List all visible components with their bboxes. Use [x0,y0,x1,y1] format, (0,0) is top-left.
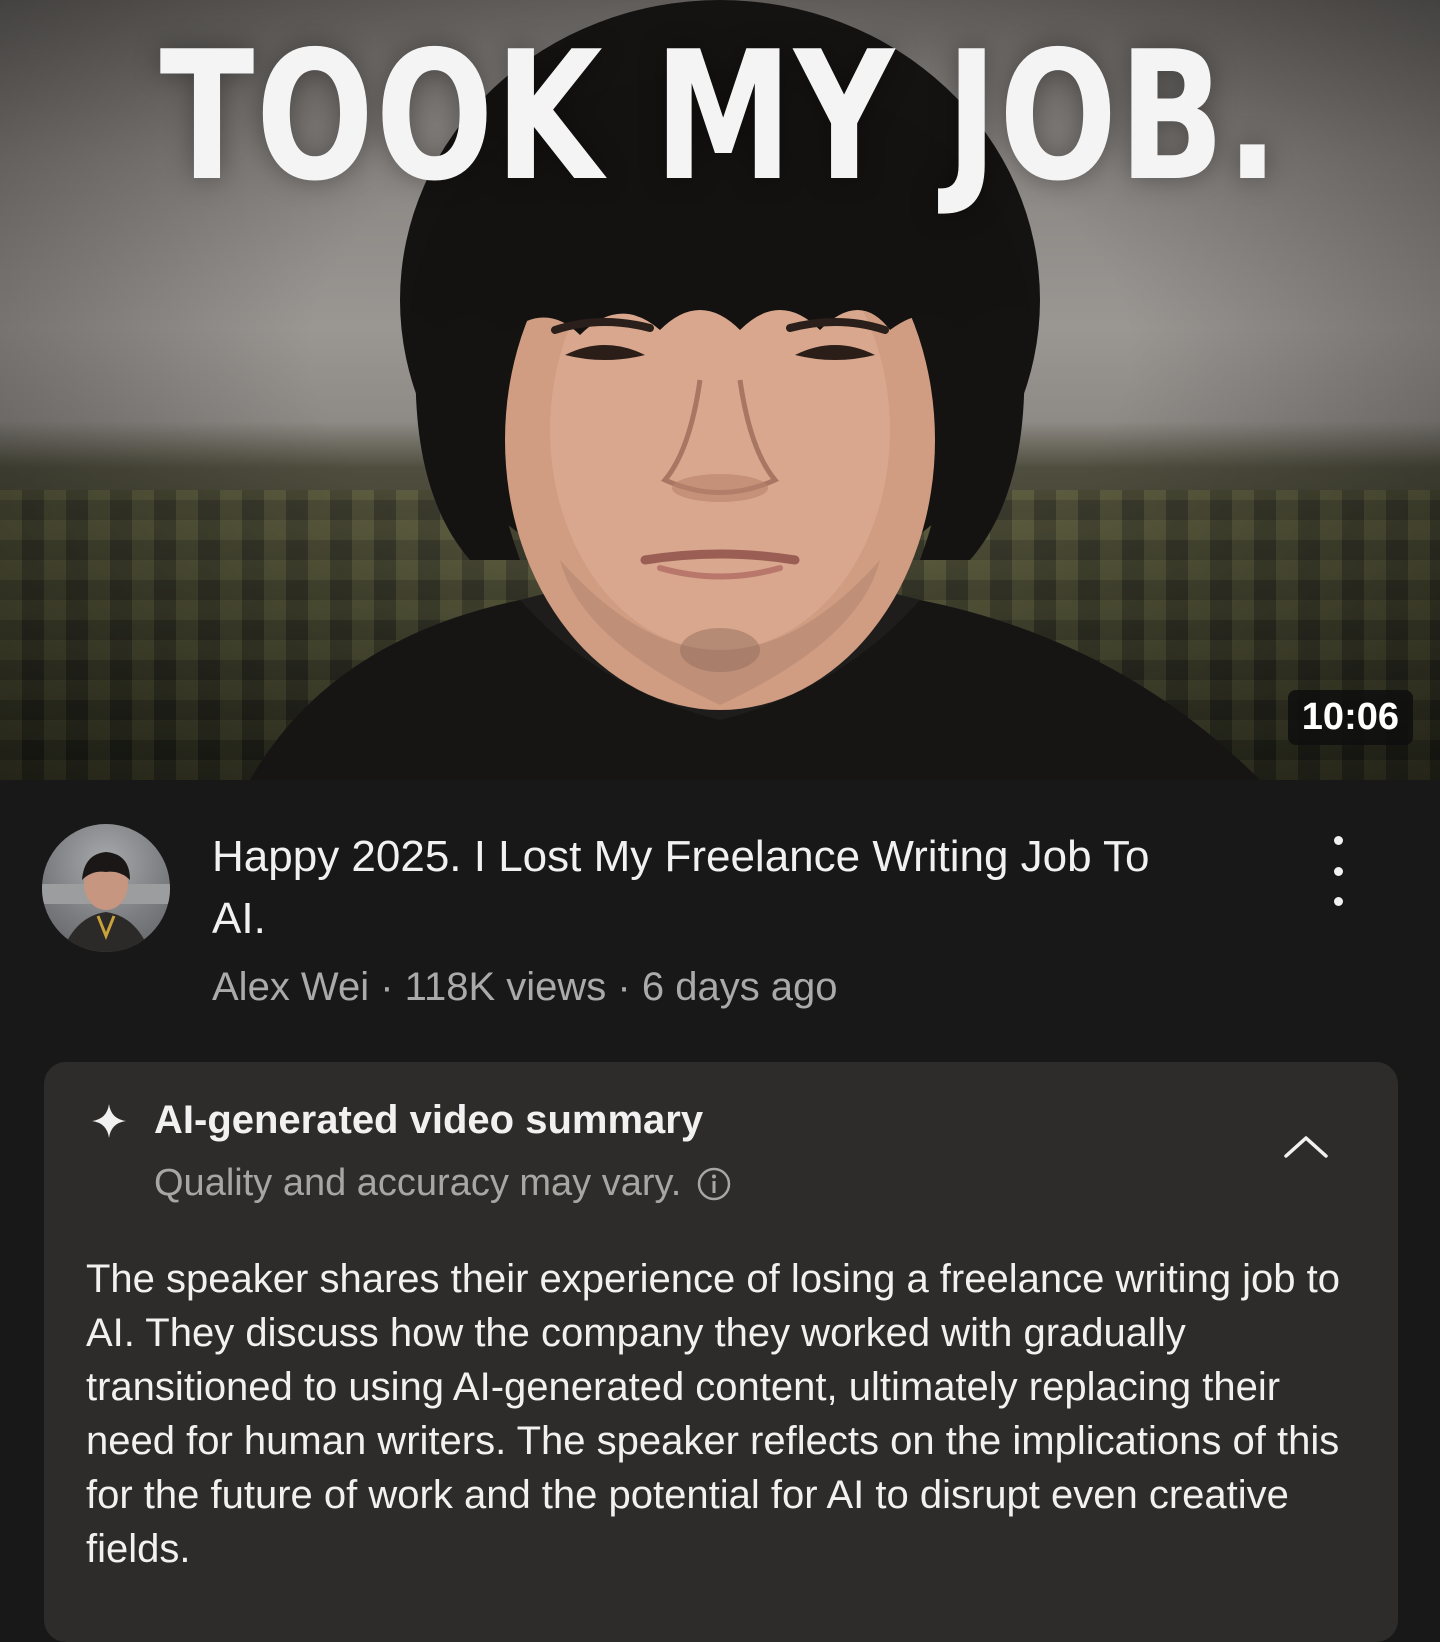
separator: · [617,965,631,1009]
view-count: 118K views [404,965,607,1009]
summary-body: The speaker shares their experience of l… [86,1257,1341,1571]
avatar-image [42,852,170,952]
more-vertical-icon-dot [1333,866,1343,876]
video-thumbnail[interactable]: TOOK MY JOB. 10:06 [0,0,1440,780]
ai-summary-card: AI-generated video summary Quality and a… [44,1062,1398,1642]
summary-disclaimer-row: Quality and accuracy may vary. [154,1162,733,1205]
sparkle-icon [92,1104,126,1138]
channel-name-link[interactable]: Alex Wei [212,965,369,1009]
more-vertical-icon-dot [1333,897,1343,906]
info-icon[interactable] [695,1165,733,1203]
channel-avatar[interactable] [42,824,170,952]
duration-badge: 10:06 [1287,690,1413,745]
video-subline: Alex Wei · 118K views · 6 days ago [212,965,838,1010]
video-title[interactable]: Happy 2025. I Lost My Freelance Writing … [212,826,1212,950]
upload-age: 6 days ago [641,965,838,1009]
summary-disclaimer: Quality and accuracy may vary. [154,1162,682,1204]
more-vertical-icon [1333,836,1343,845]
summary-heading: AI-generated video summary [154,1098,704,1142]
thumbnail-overlay-text: TOOK MY JOB. [159,13,1281,220]
separator: · [380,965,394,1009]
chevron-up-icon[interactable] [1278,1126,1334,1166]
more-options-button[interactable] [1316,836,1360,906]
